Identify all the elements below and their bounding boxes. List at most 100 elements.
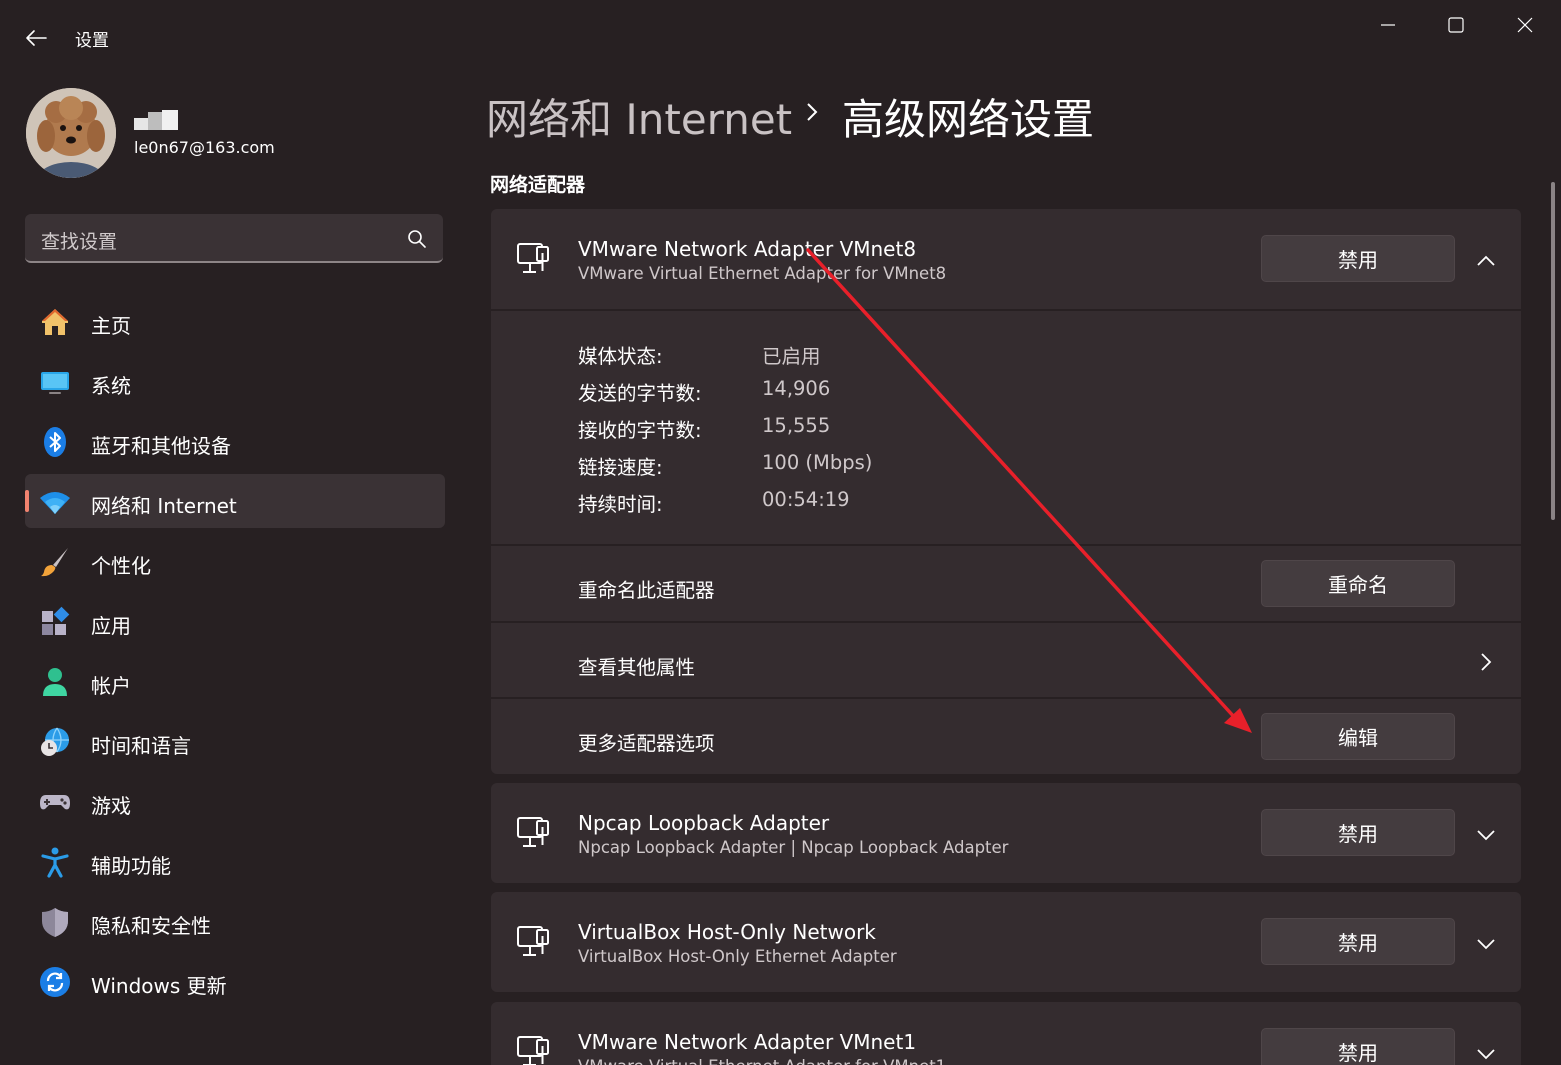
sidebar-item-label: 蓝牙和其他设备 (91, 434, 231, 458)
detail-value: 100 (Mbps) (762, 451, 873, 474)
sidebar-item-home[interactable]: 主页 (25, 294, 445, 348)
detail-label: 持续时间: (578, 493, 663, 516)
sidebar-item-label: 隐私和安全性 (91, 914, 211, 938)
rename-adapter-label: 重命名此适配器 (578, 579, 715, 602)
minimize-icon (1381, 24, 1395, 26)
shield-icon (39, 906, 71, 938)
chevron-right-icon (807, 103, 818, 121)
adapter-name: VMware Network Adapter VMnet1 (578, 1030, 917, 1054)
sidebar-item-label: 游戏 (91, 794, 131, 818)
edit-button[interactable]: 编辑 (1261, 713, 1455, 760)
network-adapter-icon (517, 817, 549, 847)
divider (491, 309, 1521, 311)
sidebar-nav: 主页 系统 蓝牙和其他设备 网络和 Internet 个性化 应用 帐户 时间和… (25, 294, 445, 1014)
search-input[interactable]: 查找设置 (41, 227, 117, 254)
scrollbar[interactable] (1551, 182, 1555, 520)
rename-button[interactable]: 重命名 (1261, 560, 1455, 607)
home-icon (39, 306, 71, 338)
sidebar-item-accounts[interactable]: 帐户 (25, 654, 445, 708)
minimize-button[interactable] (1364, 8, 1412, 42)
title-bar: 设置 (0, 0, 1561, 76)
user-profile[interactable]: le0n67@163.com (26, 88, 446, 180)
maximize-button[interactable] (1432, 8, 1480, 42)
adapter-description: VirtualBox Host-Only Ethernet Adapter (578, 947, 897, 966)
search-icon[interactable] (407, 229, 427, 249)
profile-name-redacted (134, 110, 178, 132)
more-adapter-options-label: 更多适配器选项 (578, 732, 715, 755)
disable-button[interactable]: 禁用 (1261, 1028, 1455, 1065)
detail-value: 15,555 (762, 414, 831, 437)
gamepad-icon (39, 786, 71, 818)
sidebar-item-label: 辅助功能 (91, 854, 171, 878)
detail-label: 媒体状态: (578, 345, 663, 368)
sidebar-item-bluetooth[interactable]: 蓝牙和其他设备 (25, 414, 445, 468)
adapter-name: VMware Network Adapter VMnet8 (578, 237, 917, 261)
detail-value: 00:54:19 (762, 488, 850, 511)
sidebar-item-label: 应用 (91, 614, 131, 638)
detail-label: 发送的字节数: (578, 382, 702, 405)
sidebar-item-gaming[interactable]: 游戏 (25, 774, 445, 828)
adapter-name: Npcap Loopback Adapter (578, 811, 830, 835)
detail-value: 已启用 (762, 345, 821, 368)
sidebar-item-label: 系统 (91, 374, 131, 398)
sidebar-item-label: 主页 (91, 314, 131, 338)
app-title: 设置 (75, 31, 109, 51)
sidebar-item-windows-update[interactable]: Windows 更新 (25, 954, 445, 1008)
maximize-icon (1448, 17, 1464, 33)
chevron-down-icon[interactable] (1474, 932, 1498, 956)
detail-value: 14,906 (762, 377, 831, 400)
adapter-card-npcap[interactable]: Npcap Loopback Adapter Npcap Loopback Ad… (491, 783, 1521, 883)
chevron-down-icon[interactable] (1474, 1042, 1498, 1065)
chevron-down-icon[interactable] (1474, 823, 1498, 847)
view-properties-row[interactable]: 查看其他属性 (491, 623, 1521, 697)
chevron-right-icon (1481, 653, 1492, 671)
profile-email: le0n67@163.com (134, 138, 275, 157)
disable-button[interactable]: 禁用 (1261, 918, 1455, 965)
adapter-description: VMware Virtual Ethernet Adapter for VMne… (578, 264, 947, 283)
adapter-card-virtualbox[interactable]: VirtualBox Host-Only Network VirtualBox … (491, 892, 1521, 992)
chevron-up-icon[interactable] (1474, 249, 1498, 273)
close-button[interactable] (1501, 8, 1549, 42)
apps-icon (39, 606, 71, 638)
network-adapter-icon (517, 926, 549, 956)
avatar (26, 88, 116, 178)
view-properties-label: 查看其他属性 (578, 656, 696, 679)
accessibility-icon (39, 846, 71, 878)
sidebar-item-privacy[interactable]: 隐私和安全性 (25, 894, 445, 948)
sidebar-item-system[interactable]: 系统 (25, 354, 445, 408)
update-icon (39, 966, 71, 998)
page-title: 高级网络设置 (842, 95, 1095, 144)
brush-icon (39, 546, 71, 578)
bluetooth-icon (39, 426, 71, 458)
disable-button[interactable]: 禁用 (1261, 809, 1455, 856)
close-icon (1517, 17, 1533, 33)
account-icon (39, 666, 71, 698)
adapter-card-vmnet8: VMware Network Adapter VMnet8 VMware Vir… (491, 209, 1521, 774)
system-icon (39, 366, 71, 398)
sidebar-item-label: Windows 更新 (91, 974, 227, 998)
arrow-left-icon (26, 30, 47, 46)
section-title: 网络适配器 (490, 174, 586, 196)
disable-button[interactable]: 禁用 (1261, 235, 1455, 282)
sidebar-item-label: 时间和语言 (91, 734, 191, 758)
adapter-header[interactable]: VMware Network Adapter VMnet8 VMware Vir… (491, 209, 1521, 309)
network-adapter-icon (517, 243, 549, 273)
detail-label: 接收的字节数: (578, 419, 702, 442)
search-box[interactable]: 查找设置 (25, 214, 443, 263)
breadcrumb-parent[interactable]: 网络和 Internet (486, 86, 792, 147)
detail-label: 链接速度: (578, 456, 663, 479)
adapter-card-vmnet1[interactable]: VMware Network Adapter VMnet1 VMware Vir… (491, 1002, 1521, 1065)
divider (491, 697, 1521, 699)
back-button[interactable] (20, 24, 52, 52)
sidebar-item-label: 帐户 (91, 674, 131, 698)
adapter-name: VirtualBox Host-Only Network (578, 920, 876, 944)
sidebar-item-apps[interactable]: 应用 (25, 594, 445, 648)
divider (491, 544, 1521, 546)
wifi-icon (39, 486, 71, 518)
sidebar-item-label: 个性化 (91, 554, 151, 578)
sidebar-item-time-language[interactable]: 时间和语言 (25, 714, 445, 768)
sidebar-item-accessibility[interactable]: 辅助功能 (25, 834, 445, 888)
sidebar-item-personalization[interactable]: 个性化 (25, 534, 445, 588)
active-indicator (25, 490, 29, 512)
sidebar-item-network[interactable]: 网络和 Internet (25, 474, 445, 528)
